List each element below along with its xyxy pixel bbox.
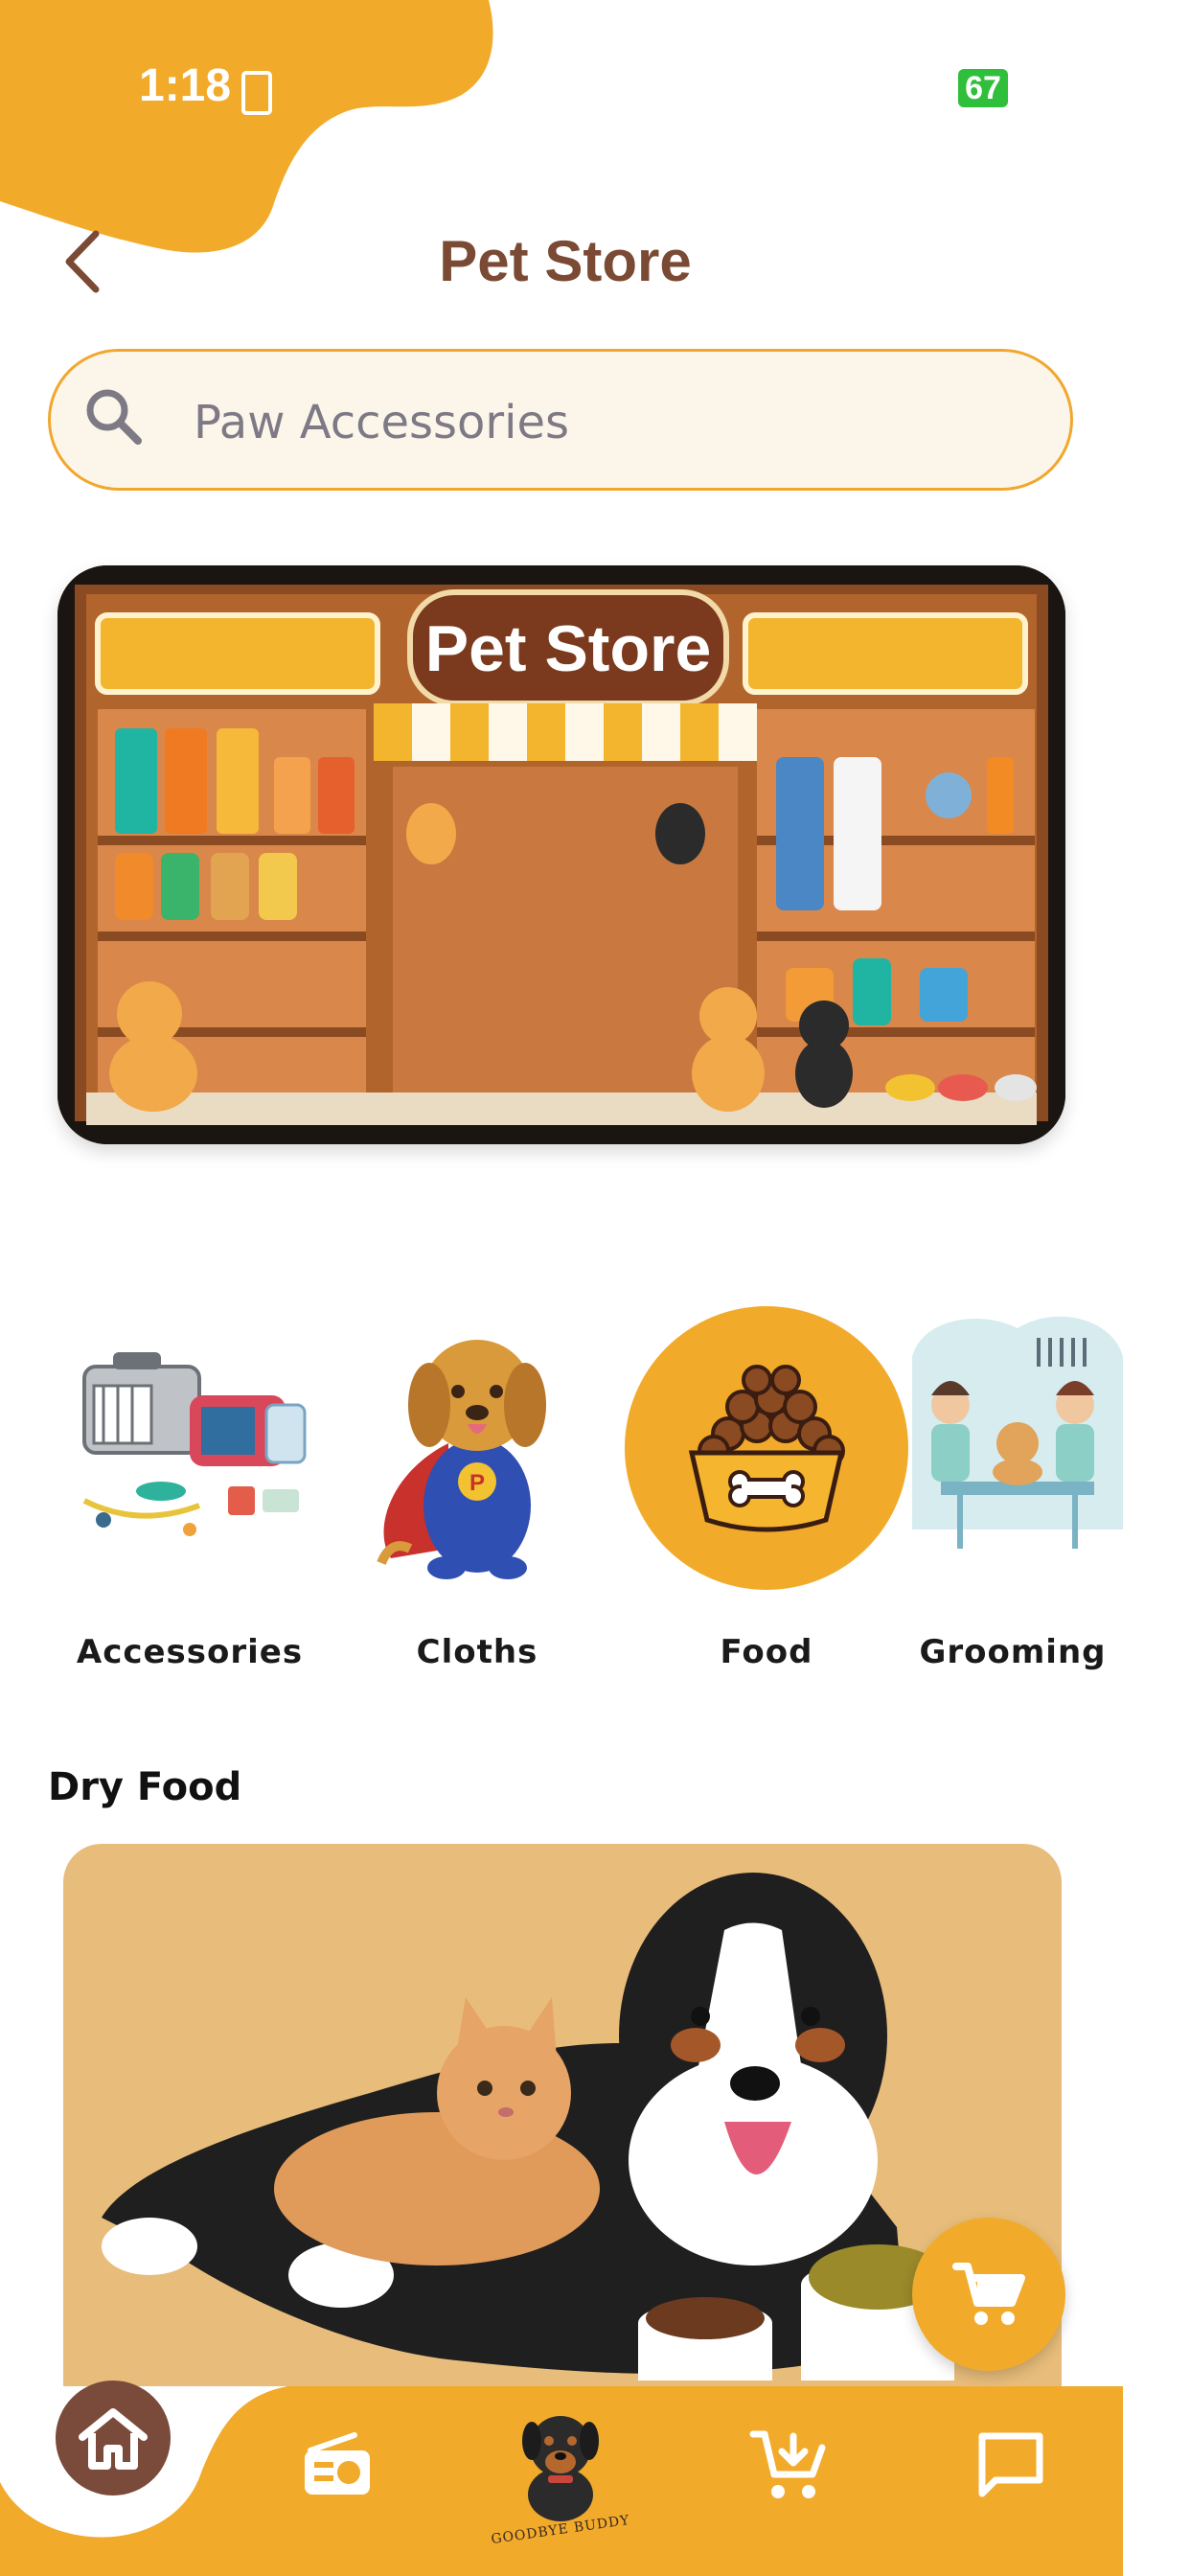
nav-radio-button[interactable] [297, 2425, 378, 2505]
sim-card-icon [241, 71, 272, 115]
store-banner-image[interactable]: Pet Store [57, 565, 1065, 1144]
pet-carrier-accessories-icon [82, 1352, 307, 1536]
banner-sign-text: Pet Store [425, 612, 712, 685]
brand-dog-logo [522, 2416, 599, 2521]
search-icon [84, 387, 144, 450]
section-title: Dry Food [48, 1765, 242, 1809]
food-bowl-icon [625, 1306, 908, 1590]
cart-icon [952, 2263, 1025, 2325]
category-label: Cloths [416, 1633, 538, 1671]
radio-icon [305, 2432, 370, 2495]
category-food-selected[interactable]: Food [623, 1300, 910, 1702]
product-card-dry-food[interactable] [63, 1844, 1062, 2419]
chat-icon [978, 2432, 1043, 2497]
category-label: Accessories [76, 1633, 304, 1671]
category-grooming[interactable]: Grooming [903, 1300, 1123, 1702]
cart-download-icon [749, 2430, 826, 2498]
category-accessories[interactable]: Accessories [46, 1300, 333, 1702]
category-cloths[interactable]: P Cloths [333, 1300, 621, 1702]
search-input[interactable] [192, 383, 1019, 462]
home-icon [79, 2408, 148, 2470]
nav-brand-logo[interactable] [498, 2394, 623, 2528]
grooming-salon-icon [912, 1316, 1123, 1549]
page-title: Pet Store [439, 229, 692, 293]
nav-chat-button[interactable] [968, 2425, 1054, 2505]
dog-and-cat-product-image [102, 1873, 954, 2380]
floating-cart-button[interactable] [912, 2218, 1065, 2371]
superhero-dog-costume-icon: P [377, 1340, 546, 1579]
nav-cart-button[interactable] [745, 2425, 832, 2505]
battery-indicator: 67 [958, 69, 1008, 107]
category-label: Grooming [919, 1633, 1107, 1671]
status-time: 1:18 [139, 60, 232, 111]
nav-home-button[interactable] [56, 2380, 171, 2496]
svg-text:P: P [469, 1470, 485, 1496]
category-label: Food [720, 1633, 813, 1671]
